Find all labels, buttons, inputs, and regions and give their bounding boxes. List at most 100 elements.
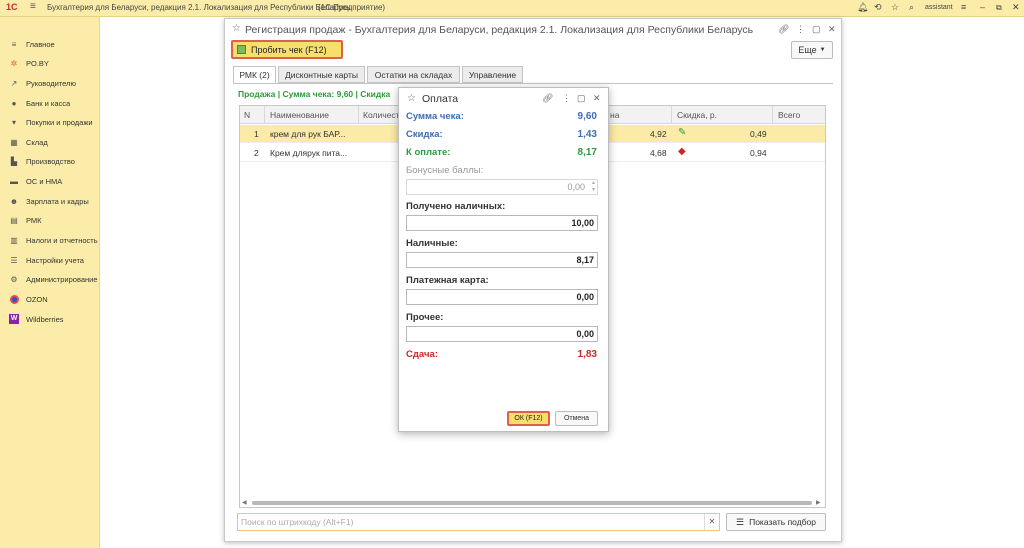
change-value: 1,83 bbox=[577, 349, 597, 360]
discount-tag-green-icon: ✎ bbox=[678, 127, 687, 138]
gear-icon: ⚙ bbox=[10, 274, 18, 284]
scroll-left-icon[interactable]: ◀ bbox=[242, 499, 247, 506]
menu-icon: ≡ bbox=[11, 39, 17, 49]
dialog-title: Оплата bbox=[422, 93, 459, 105]
maximize-icon[interactable]: ▢ bbox=[812, 24, 821, 35]
column-header-price[interactable]: на bbox=[610, 110, 619, 120]
sidebar-item-accounting-settings[interactable]: ☰ Настройки учета bbox=[0, 250, 100, 270]
sidebar-item-admin[interactable]: ⚙ Администрирование bbox=[0, 269, 100, 289]
stepper-icon[interactable]: ▲ ▼ bbox=[591, 180, 596, 194]
cash-label: Наличные: bbox=[406, 238, 458, 249]
link-icon[interactable]: 🔗︎ bbox=[542, 93, 553, 104]
show-selection-label: Показать подбор bbox=[749, 517, 816, 527]
tab-management[interactable]: Управление bbox=[462, 66, 523, 83]
tab-stock[interactable]: Остатки на складах bbox=[367, 66, 460, 83]
print-receipt-label: Пробить чек (F12) bbox=[251, 44, 327, 55]
sidebar-item-rmk[interactable]: ▤ РМК bbox=[0, 210, 100, 230]
more-vertical-icon[interactable]: ⋮ bbox=[796, 24, 805, 35]
settings-icon[interactable]: ≡ bbox=[961, 2, 966, 12]
tab-discount-cards[interactable]: Дисконтные карты bbox=[278, 66, 365, 83]
link-icon[interactable]: 🔗︎ bbox=[778, 24, 789, 35]
sidebar-item-ozon[interactable]: OZON bbox=[0, 289, 100, 309]
cancel-button[interactable]: Отмена bbox=[555, 411, 598, 426]
column-divider bbox=[264, 106, 265, 124]
show-selection-button[interactable]: ☰ Показать подбор bbox=[726, 513, 826, 531]
column-header-total[interactable]: Всего bbox=[778, 110, 800, 120]
sum-label: Сумма чека: bbox=[406, 111, 464, 122]
search-icon[interactable]: ⌕ bbox=[909, 2, 914, 13]
row-price: 4,68 bbox=[650, 148, 667, 158]
settings-list-icon: ☰ bbox=[10, 255, 18, 265]
scroll-right-icon[interactable]: ▶ bbox=[816, 499, 821, 506]
clear-icon[interactable]: ✕ bbox=[704, 514, 719, 530]
received-label: Получено наличных: bbox=[406, 201, 506, 212]
sidebar-item-main[interactable]: ≡ Главное bbox=[0, 34, 100, 54]
maximize-icon[interactable]: ▢ bbox=[577, 93, 586, 104]
favorite-star-icon[interactable]: ☆ bbox=[407, 93, 416, 104]
ok-button[interactable]: ОК (F12) bbox=[507, 411, 550, 426]
favorite-star-icon[interactable]: ☆ bbox=[232, 23, 241, 34]
sidebar-item-label: Администрирование bbox=[26, 274, 98, 284]
sidebar-item-taxes[interactable]: ▥ Налоги и отчетность bbox=[0, 230, 100, 250]
sidebar-item-warehouse[interactable]: ▦ Склад bbox=[0, 132, 100, 152]
other-field[interactable]: 0,00 bbox=[406, 326, 598, 342]
tab-divider bbox=[233, 83, 833, 84]
close-window-icon[interactable]: ✕ bbox=[828, 24, 836, 35]
row-name: крем для рук БАР... bbox=[270, 129, 346, 139]
card-field[interactable]: 0,00 bbox=[406, 289, 598, 305]
barcode-search-input[interactable]: Поиск по штрихкоду (Alt+F1) ✕ bbox=[237, 513, 720, 531]
favorites-icon[interactable]: ☆ bbox=[891, 2, 899, 13]
sidebar-item-wildberries[interactable]: W Wildberries bbox=[0, 309, 100, 329]
column-header-quantity[interactable]: Количест bbox=[363, 110, 400, 120]
receipt-icon bbox=[237, 45, 246, 54]
row-discount: 0,49 bbox=[750, 129, 767, 139]
other-label: Прочее: bbox=[406, 312, 444, 323]
scrollbar-thumb[interactable] bbox=[252, 501, 812, 505]
sidebar-item-bank[interactable]: ● Банк и касса bbox=[0, 93, 100, 113]
close-app-icon[interactable]: ✕ bbox=[1012, 2, 1020, 13]
warehouse-icon: ▦ bbox=[10, 137, 18, 147]
sidebar-item-poby[interactable]: ✲ PO.BY bbox=[0, 53, 100, 73]
sidebar-item-label: Руководителю bbox=[26, 78, 77, 88]
row-discount: 0,94 bbox=[750, 148, 767, 158]
app-title: Бухгалтерия для Беларуси, редакция 2.1. … bbox=[47, 3, 351, 12]
sidebar-item-manager[interactable]: ↗ Руководителю bbox=[0, 73, 100, 93]
sidebar: ≡ Главное ✲ PO.BY ↗ Руководителю ● Банк и ка… bbox=[0, 17, 100, 548]
sidebar-item-label: Банк и касса bbox=[26, 98, 71, 108]
user-name[interactable]: assistant bbox=[925, 4, 953, 11]
restore-icon[interactable]: ⧉ bbox=[996, 3, 1002, 13]
cart-icon: ▾ bbox=[11, 117, 16, 127]
star-icon: ✲ bbox=[10, 58, 18, 68]
more-button[interactable]: Еще ▼ bbox=[791, 41, 833, 59]
window-title: Регистрация продаж - Бухгалтерия для Бел… bbox=[245, 24, 754, 36]
cash-field[interactable]: 8,17 bbox=[406, 252, 598, 268]
horizontal-scrollbar[interactable]: ◀ ▶ bbox=[240, 499, 825, 507]
sidebar-item-label: OZON bbox=[26, 294, 48, 304]
received-field[interactable]: 10,00 bbox=[406, 215, 598, 231]
sidebar-item-production[interactable]: ▙ Производство bbox=[0, 151, 100, 171]
row-name: Крем длярук пита... bbox=[270, 148, 348, 158]
barcode-placeholder: Поиск по штрихкоду (Alt+F1) bbox=[241, 517, 354, 527]
main-menu-icon[interactable]: ≡ bbox=[30, 1, 36, 12]
column-header-name[interactable]: Наименование bbox=[270, 110, 329, 120]
ozon-icon bbox=[9, 294, 19, 304]
column-divider bbox=[358, 106, 359, 124]
column-header-discount[interactable]: Скидка, р. bbox=[677, 110, 717, 120]
sidebar-item-assets[interactable]: ▬ ОС и НМА bbox=[0, 171, 100, 191]
tab-rmk[interactable]: РМК (2) bbox=[233, 66, 276, 84]
bonus-field[interactable]: 0,00 ▲ ▼ bbox=[406, 179, 598, 195]
title-bar: 1С ≡ Бухгалтерия для Беларуси, редакция … bbox=[0, 0, 1024, 17]
sidebar-item-salary[interactable]: ☻ Зарплата и кадры bbox=[0, 191, 100, 211]
column-header-n[interactable]: N bbox=[244, 110, 250, 120]
change-label: Сдача: bbox=[406, 349, 438, 360]
history-icon[interactable]: ⟲ bbox=[874, 2, 882, 13]
sidebar-item-purchases[interactable]: ▾ Покупки и продажи bbox=[0, 112, 100, 132]
minimize-icon[interactable]: – bbox=[980, 2, 985, 12]
print-receipt-button[interactable]: Пробить чек (F12) bbox=[231, 40, 343, 59]
chart-icon: ↗ bbox=[10, 78, 18, 88]
bell-icon[interactable]: 🔔︎ bbox=[857, 2, 868, 13]
close-dialog-icon[interactable]: ✕ bbox=[593, 93, 601, 104]
card-label: Платежная карта: bbox=[406, 275, 489, 286]
more-vertical-icon[interactable]: ⋮ bbox=[562, 93, 571, 104]
sidebar-item-label: РМК bbox=[26, 215, 42, 225]
